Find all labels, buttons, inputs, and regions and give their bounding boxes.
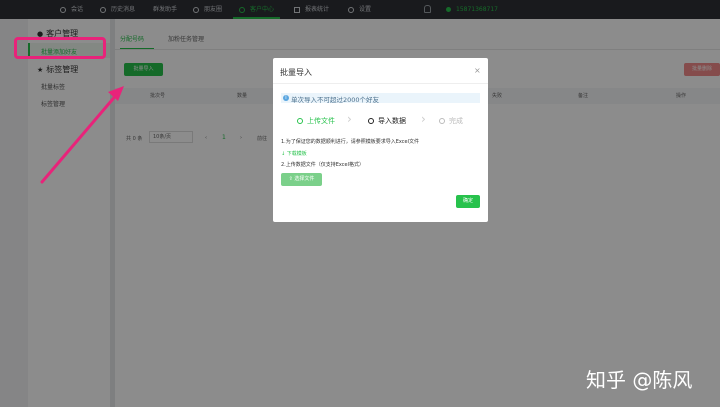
step-import-data: 导入数据 xyxy=(368,116,406,126)
choose-file-button[interactable]: ⇪ 选择文件 xyxy=(281,173,322,186)
instruction-1: 1.为了保证您的数据顺利进行，请参照模板要求导入Excel文件 xyxy=(281,139,420,145)
circle-icon xyxy=(439,118,445,124)
download-template-link[interactable]: ↓ 下载模板 xyxy=(281,150,307,157)
chevron-right-icon: › xyxy=(347,112,352,126)
step-label: 完成 xyxy=(449,117,463,125)
step-label: 导入数据 xyxy=(378,117,406,125)
close-icon[interactable]: × xyxy=(474,66,481,75)
check-circle-icon xyxy=(297,118,303,124)
step-label: 上传文件 xyxy=(307,117,335,125)
chevron-right-icon: › xyxy=(421,112,426,126)
step-upload-file: 上传文件 xyxy=(297,116,335,126)
dialog-divider xyxy=(273,83,488,84)
confirm-button[interactable]: 确定 xyxy=(456,195,480,208)
info-text: 单次导入不可超过2000个好友 xyxy=(291,96,380,104)
circle-icon xyxy=(368,118,374,124)
step-done: 完成 xyxy=(439,116,463,126)
watermark: 知乎 @陈风 xyxy=(586,368,693,392)
info-icon: i xyxy=(283,95,289,101)
instruction-2: 2.上传数据文件（仅支持Excel格式） xyxy=(281,162,365,168)
dialog-title: 批量导入 xyxy=(280,68,312,77)
